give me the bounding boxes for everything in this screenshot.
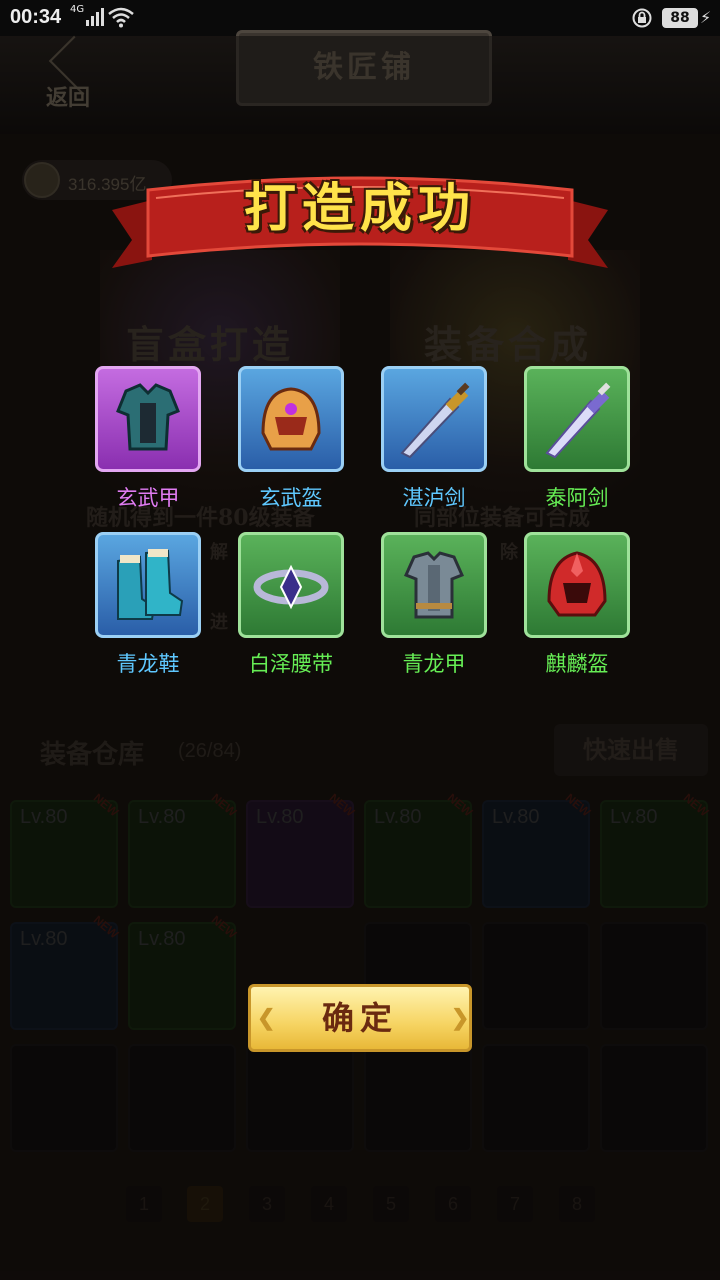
boots-icon [117, 549, 184, 620]
status-time: 00:34 [10, 6, 62, 28]
reward-item[interactable] [524, 532, 630, 638]
rotation-lock-icon [632, 8, 652, 28]
charging-icon: ⚡ [700, 8, 712, 27]
reward-name: 麒麟盔 [545, 652, 609, 676]
reward-item[interactable] [381, 366, 487, 472]
armor-icon [116, 383, 180, 451]
reward-item[interactable] [238, 532, 344, 638]
sword-icon [400, 382, 470, 459]
right-ornament-icon: ❯ [451, 1005, 476, 1031]
reward-item[interactable] [238, 366, 344, 472]
status-bar: 00:34 4G 88 ⚡ [0, 0, 720, 36]
network-type: 4G [70, 4, 85, 15]
reward-name: 青龙鞋 [116, 652, 180, 676]
reward-name: 湛泸剑 [402, 486, 466, 510]
confirm-label: 确定 [321, 999, 398, 1037]
reward-name: 白泽腰带 [249, 652, 333, 676]
reward-name: 青龙甲 [402, 652, 466, 676]
wifi-icon [108, 7, 134, 28]
belt-icon [253, 564, 329, 610]
reward-name: 玄武盔 [259, 486, 323, 510]
reward-item[interactable] [524, 366, 630, 472]
reward-name: 泰阿剑 [545, 486, 609, 510]
reward-name: 玄武甲 [116, 486, 180, 510]
reward-item[interactable] [95, 366, 201, 472]
success-title: 打造成功 [243, 178, 476, 239]
battery-level: 88 [662, 8, 698, 28]
signal-icon [86, 8, 104, 26]
armor-icon [403, 551, 465, 619]
reward-item[interactable] [95, 532, 201, 638]
reward-item[interactable] [381, 532, 487, 638]
sword-icon [545, 382, 611, 459]
helmet-icon [261, 387, 321, 451]
helmet-icon [547, 551, 607, 617]
left-ornament-icon: ❮ [257, 1005, 282, 1031]
confirm-button[interactable]: ❮ 确定 ❯ [248, 984, 472, 1052]
